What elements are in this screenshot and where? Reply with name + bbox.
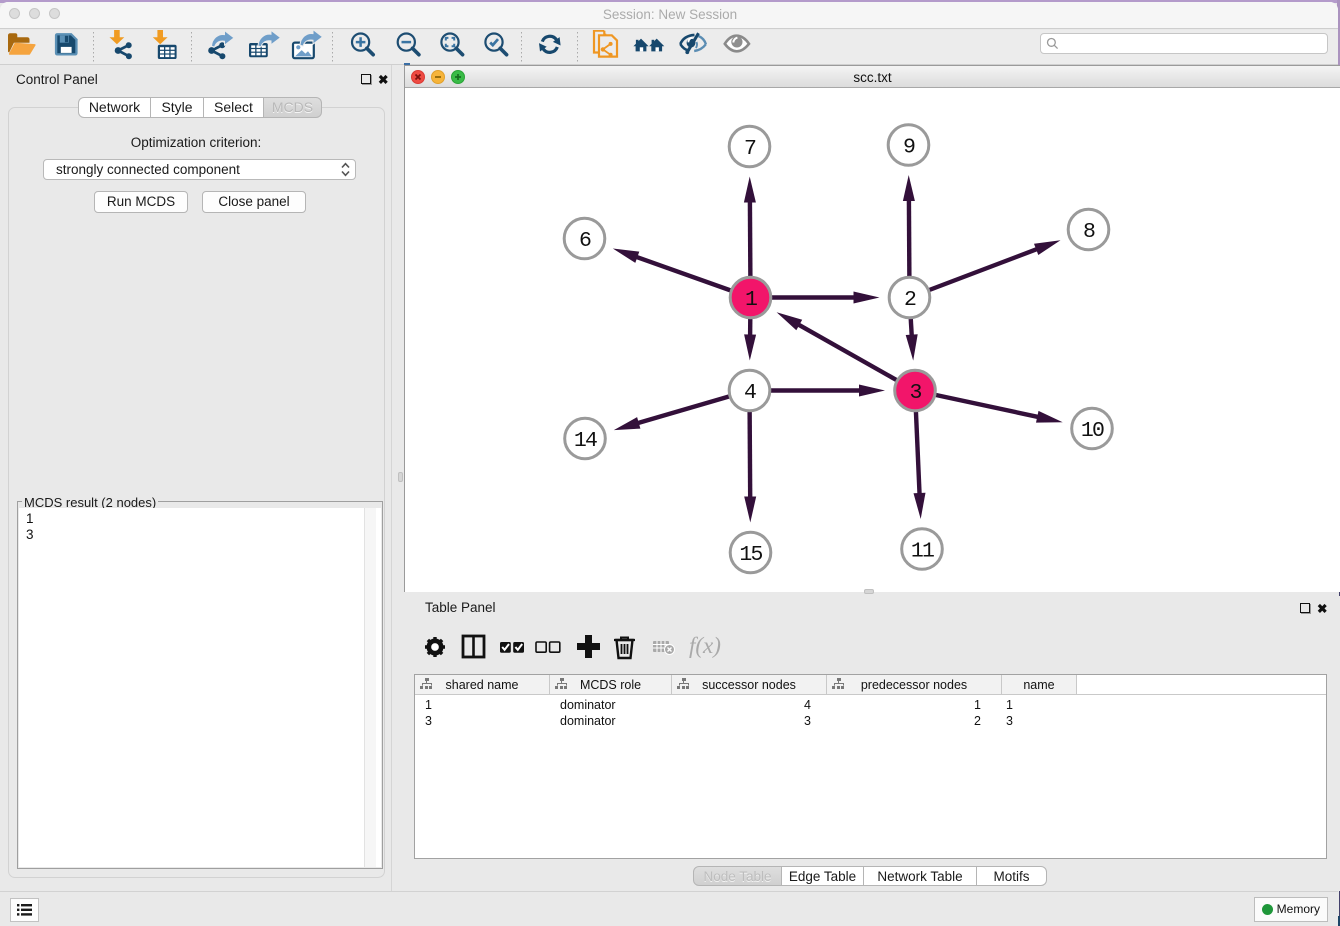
svg-text:4: 4 <box>744 381 756 405</box>
svg-text:7: 7 <box>744 137 756 161</box>
svg-text:14: 14 <box>574 429 597 453</box>
svg-text:10: 10 <box>1081 419 1104 443</box>
svg-text:1: 1 <box>745 288 757 312</box>
svg-text:2: 2 <box>904 288 916 312</box>
svg-text:f(x): f(x) <box>689 633 721 658</box>
svg-text:15: 15 <box>739 543 762 567</box>
svg-text:8: 8 <box>1083 220 1095 244</box>
svg-text:9: 9 <box>903 136 915 160</box>
svg-text:11: 11 <box>911 540 934 564</box>
svg-text:6: 6 <box>579 229 591 253</box>
svg-text:3: 3 <box>909 381 921 405</box>
